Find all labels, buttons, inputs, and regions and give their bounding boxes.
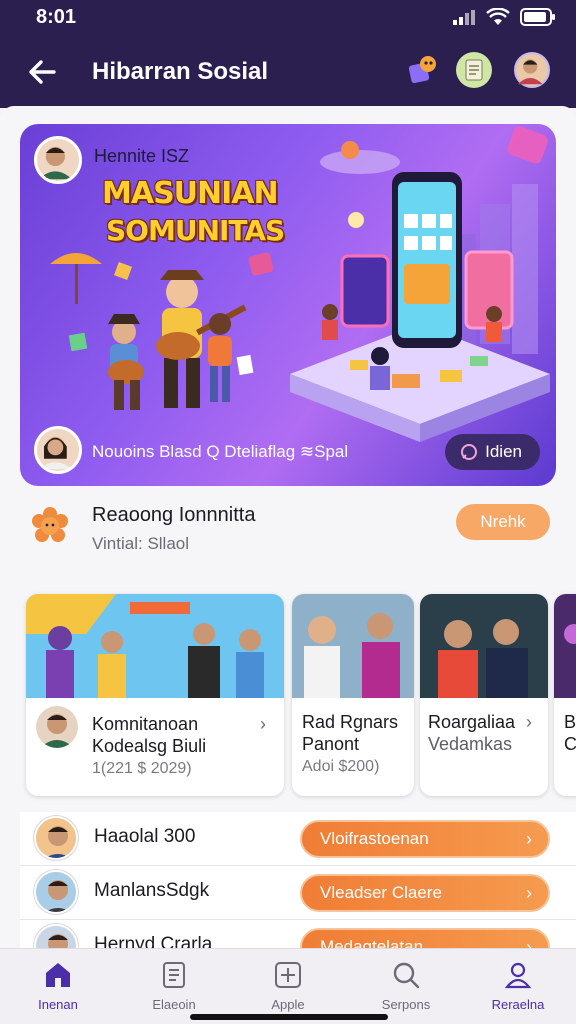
host-avatar[interactable] [34,426,82,474]
nav-label: Inenan [38,997,78,1012]
chevron-right-icon[interactable]: › [260,714,266,735]
calculator-icon [275,962,301,988]
hero-caption: Hennite ISZ [94,146,190,166]
list-action-button[interactable]: Vloifrastoenan › [300,820,550,858]
document-icon [163,962,185,988]
bottom-nav: Inenan Elaeoin Apple Serpons Reraelna [0,948,576,1024]
nav-item-apps[interactable]: Apple [238,961,338,1017]
section-title: Reaoong Ionnnitta [92,504,256,526]
hero-banner[interactable]: Hennite ISZ MASUNIAN SOMUNITAS Nouoins B… [20,124,556,486]
community-card[interactable]: Rad Rgnars Panont Adoi $200) [292,594,414,796]
back-arrow-icon[interactable] [24,54,60,90]
hero-action-button[interactable]: Idien [445,434,540,470]
chevron-right-icon: › [526,829,532,849]
card-subtitle: Vedamkas [428,734,513,754]
list-item[interactable]: Haaolal 300 Vloifrastoenan › [20,812,576,866]
status-time: 8:01 [36,6,77,28]
nav-item-search[interactable]: Serpons [356,961,456,1017]
community-card[interactable]: Komnitanoan Kodealsg Biuli 1(221 $ 2029)… [26,594,284,796]
member-name: ManlansSdgk [94,880,210,901]
chat-icon [461,444,478,460]
list-action-button[interactable]: Vleadser Claere › [300,874,550,912]
card-meta: 1(221 $ 2029) [92,760,192,777]
battery-icon [520,8,555,26]
main-content: Hennite ISZ MASUNIAN SOMUNITAS Nouoins B… [0,106,576,956]
profile-icon [504,962,532,989]
status-bar: 8:01 [0,0,576,36]
member-list: Haaolal 300 Vloifrastoenan › ManlansSdgk… [20,812,576,956]
section-header: Reaoong Ionnnitta Vintial: Sllaol Nrehk [0,498,576,570]
card-title: Roargaliaa [428,712,516,732]
card-subtitle: C [564,734,576,754]
nav-label: Serpons [381,997,431,1012]
hero-footer-text: Nouoins Blasd Q Dteliaflag ≋Spal [92,442,349,461]
card-image [554,594,576,698]
community-cards: Komnitanoan Kodealsg Biuli 1(221 $ 2029)… [26,594,576,798]
card-title: B [564,712,576,732]
card-meta: Adoi $200) [302,758,380,775]
member-avatar [34,870,78,914]
nav-item-documents[interactable]: Elaeoin [124,961,224,1017]
hero-headline-1: MASUNIAN [102,176,279,211]
nav-item-profile[interactable]: Reraelna [468,961,568,1017]
card-title: Rad Rgnars [302,712,399,732]
card-avatar [36,706,78,748]
home-indicator[interactable] [190,1014,388,1020]
nav-item-home[interactable]: Inenan [8,961,108,1017]
app-bar: Hibarran Sosial [0,44,576,100]
creator-avatar[interactable] [34,136,82,184]
search-icon [393,962,420,989]
card-subtitle: Panont [302,734,360,754]
card-image [292,594,414,698]
home-icon [46,963,70,987]
app-header: 8:01 Hibarran Sosial [0,0,576,108]
nav-label: Reraelna [491,997,545,1012]
card-image [26,594,284,698]
see-more-button[interactable]: Nrehk [456,504,550,540]
list-item[interactable]: ManlansSdgk Vleadser Claere › [20,866,576,920]
user-avatar[interactable] [514,52,550,88]
wifi-icon [486,8,510,25]
card-image [420,594,548,698]
status-icons [452,8,556,26]
page-title: Hibarran Sosial [92,58,269,85]
chevron-right-icon: › [526,883,532,903]
game-cube-icon[interactable] [404,52,440,88]
list-action-label: Vloifrastoenan [320,829,429,848]
nav-label: Apple [271,997,305,1012]
section-subtitle: Vintial: Sllaol [92,534,190,553]
card-subtitle: Kodealsg Biuli [92,736,207,756]
nav-label: Elaeoin [152,997,196,1012]
card-title: Komnitanoan [92,714,199,734]
community-card[interactable]: B C [554,594,576,796]
flower-icon [32,507,68,542]
community-card[interactable]: Roargaliaa Vedamkas › [420,594,548,796]
signal-icon [453,10,475,25]
chevron-right-icon[interactable]: › [526,712,532,733]
hero-action-label: Idien [485,442,522,461]
member-name: Haaolal 300 [94,826,196,847]
hero-headline-2: SOMUNITAS [106,214,285,247]
notes-icon[interactable] [456,52,492,88]
hero-illustration [50,126,550,442]
list-action-label: Vleadser Claere [320,883,442,902]
member-avatar [34,816,78,860]
